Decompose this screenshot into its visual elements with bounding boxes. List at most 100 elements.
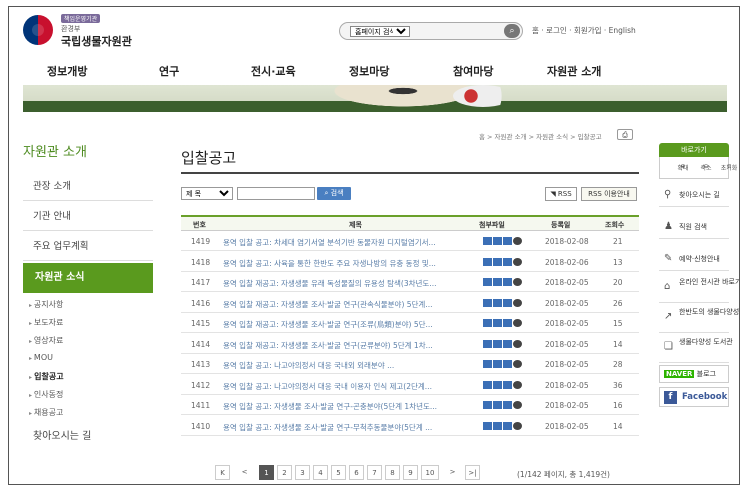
site-logo[interactable]: 책임운영기관 환경부 국립생물자원관 [23,13,163,48]
file-icon[interactable] [483,237,492,245]
row-title-link[interactable]: 용역 입찰 공고: 사육을 통한 한반도 주요 자생나방의 유충 동정 및... [223,258,473,269]
table-row[interactable]: 1413 용역 입찰 공고: 나고야의정서 대응 국내외 외래분야 ... 2018… [181,355,639,374]
download-icon[interactable] [513,257,522,266]
download-icon[interactable] [513,339,522,348]
next-page-button[interactable]: > [445,465,460,480]
file-icon[interactable] [503,380,512,389]
gnb-item-exhibition[interactable]: 전시·교육 [251,63,296,79]
file-icon[interactable] [483,278,492,286]
file-icon[interactable] [503,401,512,409]
file-icon[interactable] [483,298,492,307]
attachment-icons[interactable] [483,257,527,267]
quick-library[interactable]: ❏ 생물다양성 도서관 [659,335,733,363]
table-row[interactable]: 1414 용역 입찰 재공고: 자생생물 조사·발굴 연구(균류분야) 5단계 1… [181,335,639,354]
table-row[interactable]: 1411 용역 입찰 공고: 자생생물 조사·발굴 연구-곤충분야(5단계 1차년… [181,396,639,415]
download-icon[interactable] [513,298,522,307]
lnb-item-directions[interactable]: 찾아오시는 길 [23,423,153,451]
download-icon[interactable] [513,360,522,368]
file-icon[interactable] [503,421,512,430]
download-icon[interactable] [513,278,522,286]
row-title-link[interactable]: 용역 입찰 재공고: 자생생물 조사·발굴 연구(균류분야) 5단계 1차... [223,340,473,351]
lnb-sub-mou[interactable]: MOU [29,353,53,362]
attachment-icons[interactable] [483,298,527,308]
file-icon[interactable] [493,237,502,245]
gnb-item-info[interactable]: 정보마당 [349,63,389,79]
file-icon[interactable] [483,257,492,266]
download-icon[interactable] [513,237,522,245]
row-title-link[interactable]: 용역 입찰 공고: 자생생물 조사·발굴 연구-곤충분야(5단계 1차년도... [223,401,473,412]
file-icon[interactable] [493,360,502,368]
download-icon[interactable] [513,401,522,409]
file-icon[interactable] [483,401,492,409]
page-6[interactable]: 6 [349,465,364,480]
file-icon[interactable] [503,360,512,368]
gnb-item-about[interactable]: 자원관 소개 [547,63,601,79]
last-page-button[interactable]: >| [465,465,480,480]
lnb-sub-personnel[interactable]: 인사동정 [29,389,63,400]
page-8[interactable]: 8 [385,465,400,480]
gnb-item-open-data[interactable]: 정보개방 [47,63,87,79]
file-icon[interactable] [493,278,502,286]
quick-reservation[interactable]: ✎ 예약·신청안내 [659,247,729,271]
print-icon[interactable]: ⎙ [617,129,633,140]
search-input[interactable] [237,187,315,200]
rss-guide-button[interactable]: RSS 이용안내 [581,187,637,201]
lnb-sub-bidding[interactable]: 입찰공고 [29,371,63,382]
download-icon[interactable] [513,319,522,327]
file-icon[interactable] [503,237,512,245]
gnb-item-participation[interactable]: 참여마당 [453,63,493,79]
lnb-sub-recruit[interactable]: 채용공고 [29,407,63,418]
file-icon[interactable] [483,421,492,430]
file-icon[interactable] [493,319,502,327]
lnb-item-news[interactable]: 자원관 소식 [23,263,153,293]
attachment-icons[interactable] [483,360,527,369]
row-title-link[interactable]: 용역 입찰 재공고: 자생생물 조사·발굴 연구(관속식물분야) 5단계... [223,299,473,310]
attachment-icons[interactable] [483,278,527,287]
table-row[interactable]: 1417 용역 입찰 재공고: 자생생물 유래 독성물질의 유용성 탐색(3차년도… [181,273,639,292]
zoom-reset-button[interactable]: ⊙ 초기화 [707,160,738,172]
file-icon[interactable] [483,380,492,389]
file-icon[interactable] [493,257,502,266]
file-icon[interactable] [493,339,502,348]
zoom-in-button[interactable]: ⊕ 확대 [661,160,688,172]
facebook-link[interactable]: f Facebook [659,387,729,407]
lnb-item-director[interactable]: 관장 소개 [23,173,153,201]
page-10[interactable]: 10 [421,465,439,480]
file-icon[interactable] [493,421,502,430]
attachment-icons[interactable] [483,380,527,390]
page-4[interactable]: 4 [313,465,328,480]
quick-biodiversity[interactable]: ↗ 한반도의 생물다양성 [659,305,739,333]
table-row[interactable]: 1410 용역 입찰 공고: 자생생물 조사·발굴 연구-무척추동물분야(5단계 … [181,417,639,436]
download-icon[interactable] [513,380,522,389]
utility-links[interactable]: 홈 · 로그인 · 회원가입 · English [532,25,636,36]
file-icon[interactable] [503,339,512,348]
lnb-sub-press[interactable]: 보도자료 [29,317,63,328]
file-icon[interactable] [503,257,512,266]
lnb-sub-video[interactable]: 영상자료 [29,335,63,346]
lnb-item-institution[interactable]: 기관 안내 [23,203,153,231]
page-1[interactable]: 1 [259,465,274,480]
search-field-select[interactable]: 제 목 [181,187,233,200]
file-icon[interactable] [483,339,492,348]
page-2[interactable]: 2 [277,465,292,480]
lnb-item-plans[interactable]: 주요 업무계획 [23,233,153,261]
row-title-link[interactable]: 용역 입찰 공고: 나고야의정서 대응 국내 이용자 인식 제고(2단계... [223,381,473,392]
row-title-link[interactable]: 용역 입찰 공고: 나고야의정서 대응 국내외 외래분야 ... [223,360,473,371]
row-title-link[interactable]: 용역 입찰 공고: 차세대 염기서열 분석기반 동물자원 디지털염기서... [223,237,473,248]
prev-page-button[interactable]: < [237,465,252,480]
file-icon[interactable] [483,319,492,327]
rss-button[interactable]: ◥ RSS [545,187,577,201]
download-icon[interactable] [513,421,522,430]
attachment-icons[interactable] [483,339,527,349]
row-title-link[interactable]: 용역 입찰 재공고: 자생생물 조사·발굴 연구(조류(鳥類)분야) 5단... [223,319,473,330]
naver-blog-link[interactable]: NAVER 블로그 [659,365,729,383]
attachment-icons[interactable] [483,401,527,410]
magnifier-icon[interactable]: ⌕ [504,24,520,38]
row-title-link[interactable]: 용역 입찰 공고: 자생생물 조사·발굴 연구-무척추동물분야(5단계 ... [223,422,473,433]
zoom-out-button[interactable]: ⊖ 축소 [684,160,711,172]
attachment-icons[interactable] [483,319,527,328]
table-row[interactable]: 1412 용역 입찰 공고: 나고야의정서 대응 국내 이용자 인식 제고(2단계… [181,376,639,395]
file-icon[interactable] [503,278,512,286]
first-page-button[interactable]: K [215,465,230,480]
attachment-icons[interactable] [483,421,527,431]
